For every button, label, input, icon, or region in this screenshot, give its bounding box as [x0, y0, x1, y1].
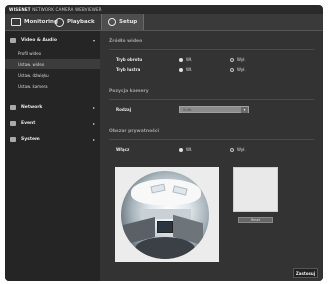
chevron-down-icon: ▾ — [241, 107, 248, 113]
tab-setup[interactable]: Setup — [101, 14, 145, 30]
rotation-on-radio[interactable]: Wł. — [179, 57, 192, 62]
radio-checked-icon — [179, 57, 183, 62]
playback-icon — [55, 17, 64, 27]
section-title-privacy-area: Obszar prywatności — [109, 129, 160, 134]
tab-playback[interactable]: Playback — [55, 14, 95, 30]
chevron-right-icon: ▸ — [92, 121, 95, 126]
radio-checked-icon — [179, 147, 183, 152]
privacy-off-radio[interactable]: Wył. — [230, 147, 246, 152]
sidebar-item-network[interactable]: Network ▸ — [5, 102, 100, 113]
network-icon — [10, 105, 16, 110]
sidebar-subitem-profile[interactable]: Profil wideo — [5, 48, 100, 58]
divider — [109, 99, 314, 100]
section-title-camera-position: Pozycja kamery — [109, 89, 149, 94]
chevron-right-icon: ▸ — [92, 137, 95, 142]
sidebar-subitem-audio-setup[interactable]: Ustaw. dźwięku — [5, 70, 100, 80]
fisheye-image — [121, 171, 209, 259]
privacy-enable-label: Włącz — [116, 147, 130, 152]
sidebar-item-video-audio[interactable]: Video & Audio ▾ — [5, 35, 100, 46]
rotation-label: Tryb obrotu — [116, 57, 143, 62]
sidebar-subitem-video-setup[interactable]: Ustaw. wideo — [5, 59, 100, 69]
sidebar-subitem-camera-setup[interactable]: Ustaw. kamera — [5, 81, 100, 91]
mount-type-label: Rodzaj — [116, 107, 132, 112]
radio-checked-icon — [179, 67, 183, 72]
main-content: Źródło wideo Tryb obrotu Wł. Wył. Tryb l… — [100, 31, 323, 281]
video-icon — [10, 38, 16, 43]
radio-unchecked-icon — [230, 67, 234, 72]
tab-monitoring[interactable]: Monitoring — [11, 14, 58, 30]
chevron-right-icon: ▸ — [92, 105, 95, 110]
top-navigation: Monitoring Playback Setup — [5, 14, 323, 31]
system-icon — [10, 137, 16, 142]
apply-button[interactable]: Zastosuj — [293, 268, 318, 278]
sidebar-item-event[interactable]: Event ▸ — [5, 118, 100, 129]
radio-unchecked-icon — [230, 57, 234, 62]
event-icon — [10, 121, 16, 126]
mirror-label: Tryb lustra — [116, 67, 141, 72]
sidebar: Video & Audio ▾ Profil wideo Ustaw. wide… — [5, 31, 100, 281]
chevron-down-icon: ▾ — [92, 38, 95, 43]
fisheye-preview[interactable] — [115, 167, 219, 262]
privacy-mask-list[interactable] — [233, 167, 278, 212]
reset-button[interactable]: Reset — [238, 217, 273, 223]
monitor-icon — [11, 18, 21, 26]
rotation-off-radio[interactable]: Wył. — [230, 57, 246, 62]
mirror-off-radio[interactable]: Wył. — [230, 67, 246, 72]
privacy-on-radio[interactable]: Wł. — [179, 147, 192, 152]
section-title-video-source: Źródło wideo — [109, 39, 143, 44]
browser-window: WISENET NETWORK CAMERA WEBVIEWER Monitor… — [5, 5, 323, 281]
gear-icon — [108, 18, 116, 26]
mirror-on-radio[interactable]: Wł. — [179, 67, 192, 72]
brand-logo: WISENET NETWORK CAMERA WEBVIEWER — [9, 7, 102, 12]
mount-type-select[interactable]: Sufit ▾ — [179, 106, 249, 113]
sidebar-item-system[interactable]: System ▸ — [5, 134, 100, 145]
radio-unchecked-icon — [230, 147, 234, 152]
divider — [109, 49, 314, 50]
divider — [109, 139, 314, 140]
